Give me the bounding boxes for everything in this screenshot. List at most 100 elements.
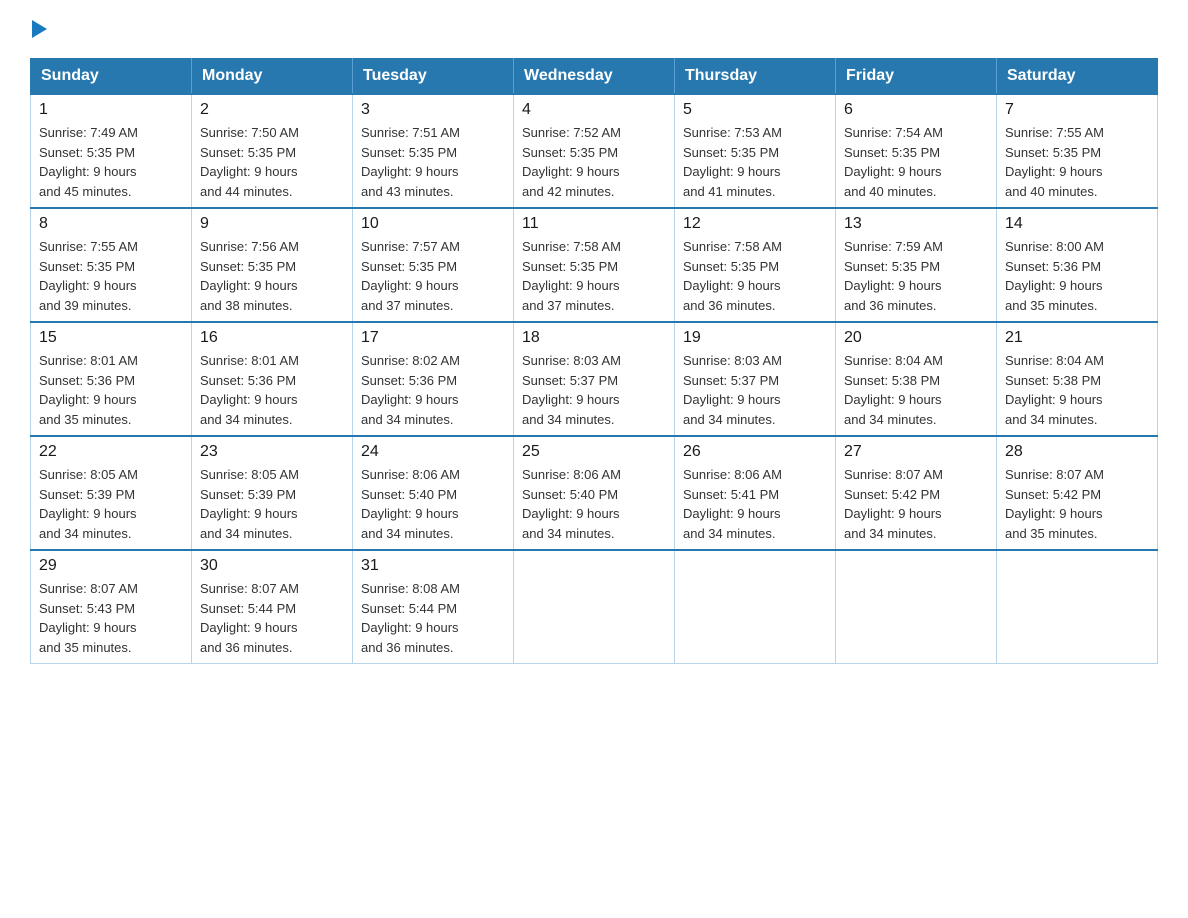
logo <box>30 20 47 38</box>
day-number: 22 <box>39 443 183 461</box>
calendar-day-cell: 28 Sunrise: 8:07 AM Sunset: 5:42 PM Dayl… <box>997 436 1158 550</box>
calendar-header-saturday: Saturday <box>997 59 1158 95</box>
calendar-day-cell <box>514 550 675 664</box>
calendar-week-row: 1 Sunrise: 7:49 AM Sunset: 5:35 PM Dayli… <box>31 94 1158 208</box>
day-number: 2 <box>200 101 344 119</box>
calendar-day-cell: 27 Sunrise: 8:07 AM Sunset: 5:42 PM Dayl… <box>836 436 997 550</box>
logo-general <box>30 20 47 38</box>
calendar-day-cell: 22 Sunrise: 8:05 AM Sunset: 5:39 PM Dayl… <box>31 436 192 550</box>
day-number: 24 <box>361 443 505 461</box>
logo-arrow-icon <box>32 20 47 38</box>
day-info: Sunrise: 7:54 AM Sunset: 5:35 PM Dayligh… <box>844 123 988 201</box>
day-number: 23 <box>200 443 344 461</box>
calendar-day-cell: 1 Sunrise: 7:49 AM Sunset: 5:35 PM Dayli… <box>31 94 192 208</box>
calendar-day-cell: 19 Sunrise: 8:03 AM Sunset: 5:37 PM Dayl… <box>675 322 836 436</box>
day-number: 20 <box>844 329 988 347</box>
calendar-header-row: SundayMondayTuesdayWednesdayThursdayFrid… <box>31 59 1158 95</box>
day-info: Sunrise: 8:07 AM Sunset: 5:44 PM Dayligh… <box>200 579 344 657</box>
day-info: Sunrise: 7:55 AM Sunset: 5:35 PM Dayligh… <box>1005 123 1149 201</box>
day-number: 26 <box>683 443 827 461</box>
calendar-week-row: 29 Sunrise: 8:07 AM Sunset: 5:43 PM Dayl… <box>31 550 1158 664</box>
calendar-week-row: 8 Sunrise: 7:55 AM Sunset: 5:35 PM Dayli… <box>31 208 1158 322</box>
calendar-week-row: 15 Sunrise: 8:01 AM Sunset: 5:36 PM Dayl… <box>31 322 1158 436</box>
calendar-table: SundayMondayTuesdayWednesdayThursdayFrid… <box>30 58 1158 664</box>
calendar-header-thursday: Thursday <box>675 59 836 95</box>
day-info: Sunrise: 7:55 AM Sunset: 5:35 PM Dayligh… <box>39 237 183 315</box>
calendar-day-cell: 7 Sunrise: 7:55 AM Sunset: 5:35 PM Dayli… <box>997 94 1158 208</box>
day-info: Sunrise: 8:04 AM Sunset: 5:38 PM Dayligh… <box>1005 351 1149 429</box>
day-number: 12 <box>683 215 827 233</box>
day-number: 9 <box>200 215 344 233</box>
day-info: Sunrise: 7:56 AM Sunset: 5:35 PM Dayligh… <box>200 237 344 315</box>
day-number: 30 <box>200 557 344 575</box>
day-number: 31 <box>361 557 505 575</box>
day-number: 11 <box>522 215 666 233</box>
day-info: Sunrise: 7:59 AM Sunset: 5:35 PM Dayligh… <box>844 237 988 315</box>
day-number: 17 <box>361 329 505 347</box>
day-info: Sunrise: 8:07 AM Sunset: 5:42 PM Dayligh… <box>1005 465 1149 543</box>
day-info: Sunrise: 8:06 AM Sunset: 5:41 PM Dayligh… <box>683 465 827 543</box>
calendar-day-cell: 3 Sunrise: 7:51 AM Sunset: 5:35 PM Dayli… <box>353 94 514 208</box>
calendar-day-cell: 31 Sunrise: 8:08 AM Sunset: 5:44 PM Dayl… <box>353 550 514 664</box>
day-number: 1 <box>39 101 183 119</box>
calendar-day-cell: 11 Sunrise: 7:58 AM Sunset: 5:35 PM Dayl… <box>514 208 675 322</box>
calendar-day-cell <box>675 550 836 664</box>
day-number: 29 <box>39 557 183 575</box>
day-info: Sunrise: 8:01 AM Sunset: 5:36 PM Dayligh… <box>200 351 344 429</box>
calendar-header-tuesday: Tuesday <box>353 59 514 95</box>
day-info: Sunrise: 8:05 AM Sunset: 5:39 PM Dayligh… <box>39 465 183 543</box>
calendar-day-cell: 29 Sunrise: 8:07 AM Sunset: 5:43 PM Dayl… <box>31 550 192 664</box>
day-info: Sunrise: 7:58 AM Sunset: 5:35 PM Dayligh… <box>522 237 666 315</box>
calendar-day-cell: 14 Sunrise: 8:00 AM Sunset: 5:36 PM Dayl… <box>997 208 1158 322</box>
day-number: 15 <box>39 329 183 347</box>
calendar-day-cell: 12 Sunrise: 7:58 AM Sunset: 5:35 PM Dayl… <box>675 208 836 322</box>
calendar-day-cell: 30 Sunrise: 8:07 AM Sunset: 5:44 PM Dayl… <box>192 550 353 664</box>
day-number: 13 <box>844 215 988 233</box>
calendar-day-cell: 4 Sunrise: 7:52 AM Sunset: 5:35 PM Dayli… <box>514 94 675 208</box>
calendar-header-monday: Monday <box>192 59 353 95</box>
day-info: Sunrise: 8:05 AM Sunset: 5:39 PM Dayligh… <box>200 465 344 543</box>
calendar-day-cell: 15 Sunrise: 8:01 AM Sunset: 5:36 PM Dayl… <box>31 322 192 436</box>
calendar-day-cell: 10 Sunrise: 7:57 AM Sunset: 5:35 PM Dayl… <box>353 208 514 322</box>
day-info: Sunrise: 8:01 AM Sunset: 5:36 PM Dayligh… <box>39 351 183 429</box>
day-info: Sunrise: 7:52 AM Sunset: 5:35 PM Dayligh… <box>522 123 666 201</box>
day-info: Sunrise: 7:53 AM Sunset: 5:35 PM Dayligh… <box>683 123 827 201</box>
day-number: 28 <box>1005 443 1149 461</box>
day-info: Sunrise: 8:08 AM Sunset: 5:44 PM Dayligh… <box>361 579 505 657</box>
day-info: Sunrise: 7:57 AM Sunset: 5:35 PM Dayligh… <box>361 237 505 315</box>
day-number: 18 <box>522 329 666 347</box>
day-number: 14 <box>1005 215 1149 233</box>
calendar-day-cell: 20 Sunrise: 8:04 AM Sunset: 5:38 PM Dayl… <box>836 322 997 436</box>
calendar-day-cell: 6 Sunrise: 7:54 AM Sunset: 5:35 PM Dayli… <box>836 94 997 208</box>
day-info: Sunrise: 8:03 AM Sunset: 5:37 PM Dayligh… <box>522 351 666 429</box>
calendar-day-cell: 23 Sunrise: 8:05 AM Sunset: 5:39 PM Dayl… <box>192 436 353 550</box>
calendar-day-cell: 21 Sunrise: 8:04 AM Sunset: 5:38 PM Dayl… <box>997 322 1158 436</box>
day-info: Sunrise: 7:49 AM Sunset: 5:35 PM Dayligh… <box>39 123 183 201</box>
day-info: Sunrise: 8:07 AM Sunset: 5:43 PM Dayligh… <box>39 579 183 657</box>
day-info: Sunrise: 8:07 AM Sunset: 5:42 PM Dayligh… <box>844 465 988 543</box>
calendar-day-cell: 24 Sunrise: 8:06 AM Sunset: 5:40 PM Dayl… <box>353 436 514 550</box>
day-number: 10 <box>361 215 505 233</box>
calendar-day-cell: 13 Sunrise: 7:59 AM Sunset: 5:35 PM Dayl… <box>836 208 997 322</box>
calendar-day-cell: 5 Sunrise: 7:53 AM Sunset: 5:35 PM Dayli… <box>675 94 836 208</box>
calendar-day-cell <box>836 550 997 664</box>
day-number: 21 <box>1005 329 1149 347</box>
calendar-day-cell: 18 Sunrise: 8:03 AM Sunset: 5:37 PM Dayl… <box>514 322 675 436</box>
day-info: Sunrise: 8:04 AM Sunset: 5:38 PM Dayligh… <box>844 351 988 429</box>
day-number: 8 <box>39 215 183 233</box>
calendar-header-wednesday: Wednesday <box>514 59 675 95</box>
calendar-header-sunday: Sunday <box>31 59 192 95</box>
day-info: Sunrise: 8:00 AM Sunset: 5:36 PM Dayligh… <box>1005 237 1149 315</box>
calendar-day-cell: 2 Sunrise: 7:50 AM Sunset: 5:35 PM Dayli… <box>192 94 353 208</box>
day-number: 27 <box>844 443 988 461</box>
calendar-day-cell: 26 Sunrise: 8:06 AM Sunset: 5:41 PM Dayl… <box>675 436 836 550</box>
day-info: Sunrise: 8:06 AM Sunset: 5:40 PM Dayligh… <box>522 465 666 543</box>
day-info: Sunrise: 8:02 AM Sunset: 5:36 PM Dayligh… <box>361 351 505 429</box>
calendar-day-cell: 17 Sunrise: 8:02 AM Sunset: 5:36 PM Dayl… <box>353 322 514 436</box>
day-number: 16 <box>200 329 344 347</box>
calendar-header-friday: Friday <box>836 59 997 95</box>
calendar-day-cell <box>997 550 1158 664</box>
day-number: 19 <box>683 329 827 347</box>
day-info: Sunrise: 8:03 AM Sunset: 5:37 PM Dayligh… <box>683 351 827 429</box>
calendar-day-cell: 25 Sunrise: 8:06 AM Sunset: 5:40 PM Dayl… <box>514 436 675 550</box>
